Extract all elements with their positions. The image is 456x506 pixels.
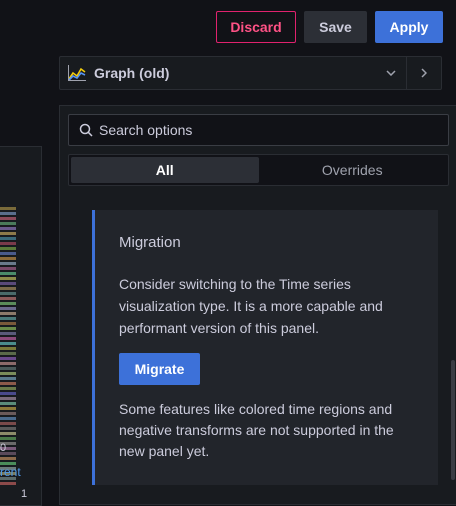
search-placeholder: Search options [99, 122, 193, 138]
apply-button[interactable]: Apply [375, 11, 443, 43]
options-tabs: All Overrides [68, 154, 449, 186]
tab-overrides[interactable]: Overrides [259, 157, 447, 183]
migrate-button[interactable]: Migrate [119, 353, 200, 385]
migration-note: Some features like colored time regions … [119, 401, 394, 459]
legend-header[interactable]: rent [0, 465, 21, 479]
graph-panel-preview [0, 146, 42, 506]
search-icon [79, 123, 93, 137]
migration-body: Consider switching to the Time series vi… [119, 276, 383, 336]
search-input[interactable]: Search options [68, 114, 449, 146]
axis-tick-label: 0 [0, 442, 7, 454]
chevron-down-icon[interactable] [376, 57, 406, 89]
tab-all[interactable]: All [71, 157, 259, 183]
legend-value: 1 [21, 488, 28, 500]
chevron-right-icon[interactable] [407, 57, 441, 89]
migration-card: Migration Consider switching to the Time… [92, 210, 438, 485]
options-scrollbar[interactable] [451, 360, 455, 480]
discard-button[interactable]: Discard [216, 11, 296, 43]
graph-icon [68, 65, 86, 81]
migration-title: Migration [119, 234, 181, 251]
visualization-picker-label: Graph (old) [94, 65, 170, 81]
save-button[interactable]: Save [304, 11, 367, 43]
visualization-picker[interactable]: Graph (old) [59, 56, 442, 90]
